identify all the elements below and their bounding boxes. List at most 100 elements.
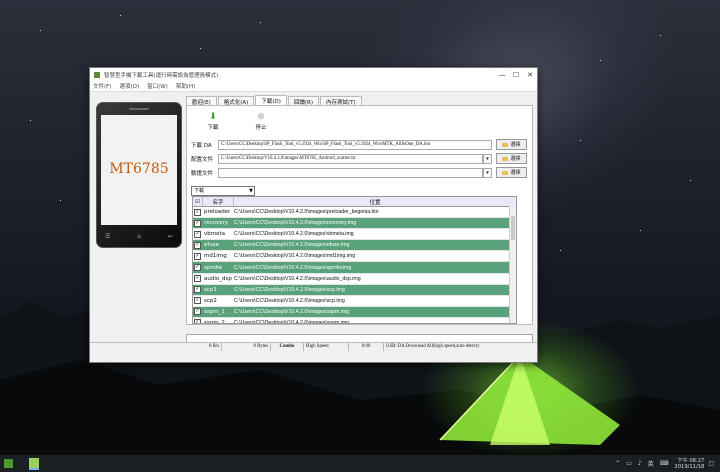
scatter-label: 配置文件 (191, 156, 214, 163)
partition-name: spmfw (204, 264, 223, 271)
keyboard-icon[interactable]: ⌨ (660, 460, 669, 467)
partition-name: audio_dsp (204, 275, 232, 282)
row-checkbox[interactable]: ✓ (194, 241, 201, 249)
row-checkbox[interactable]: ✓ (194, 297, 201, 305)
mode-select[interactable]: 下載 ▼ (191, 186, 255, 196)
stop-button[interactable]: ⊗ 停止 (251, 112, 271, 131)
table-row[interactable]: ✓ vbmeta C:\Users\CC\Desktop\V10.4.2.0\ima… (193, 229, 516, 241)
header-location: 位置 (369, 199, 381, 206)
table-row[interactable]: ✓ sspm_1 C:\Users\CC\Desktop\V10.4.2.0\ima… (193, 306, 516, 318)
taskbar-app-flash-tool[interactable] (29, 457, 39, 470)
clock[interactable]: 下午 08:27 2019/11/18 (674, 458, 704, 470)
row-checkbox-cell: ✓ (193, 319, 202, 323)
row-checkbox[interactable]: ✓ (194, 230, 201, 238)
partition-location[interactable]: C:\Users\CC\Desktop\V10.4.2.0\images\md1… (232, 253, 516, 259)
partition-location[interactable]: C:\Users\CC\Desktop\V10.4.2.0\images\scp… (232, 287, 516, 293)
scatter-dropdown-icon[interactable]: ▾ (483, 153, 492, 164)
menu-help[interactable]: 幫助(H) (176, 82, 195, 90)
table-row[interactable]: ✓ audio_dsp C:\Users\CC\Desktop\V10.4.2.0\… (193, 274, 516, 285)
auth-path-field[interactable] (218, 167, 483, 178)
status-bytes: 0 Bytes (222, 343, 271, 351)
partition-location[interactable]: C:\Users\CC\Desktop\V10.4.2.0\images\ssp… (232, 320, 516, 323)
clock-date: 2019/11/18 (674, 463, 705, 470)
phone-screen: MT6785 (101, 115, 177, 225)
header-check[interactable]: ☑ (193, 197, 203, 206)
download-button[interactable]: ⬇ 下載 (203, 112, 223, 131)
auth-choose-button[interactable]: 選擇 (496, 167, 527, 178)
partition-location[interactable]: C:\Users\CC\Desktop\V10.4.2.0\images\spm… (232, 265, 516, 271)
partition-name: sspm_2 (204, 319, 225, 324)
row-checkbox-cell: ✓ (193, 264, 202, 272)
status-time: 0:00 (349, 343, 384, 351)
table-row[interactable]: ✓ recovery C:\Users\CC\Desktop\V10.4.2.0\i… (193, 218, 516, 230)
scatter-path-field[interactable]: C:\Users\CC\Desktop\V10.4.2.0\images\MT6… (218, 153, 483, 164)
da-label: 下載 DA (191, 142, 212, 149)
table-row[interactable]: ✓ md1img C:\Users\CC\Desktop\V10.4.2.0\ima… (193, 251, 516, 263)
partition-location[interactable]: C:\Users\CC\Desktop\V10.4.2.0\images\scp… (232, 298, 516, 304)
partition-name: scp1 (204, 286, 217, 293)
partition-location[interactable]: C:\Users\CC\Desktop\V10.4.2.0\images\vbm… (232, 231, 516, 237)
scrollbar-thumb[interactable] (511, 216, 515, 240)
header-name: 名字 (203, 197, 234, 206)
close-button[interactable]: ✕ (523, 71, 537, 79)
row-checkbox[interactable]: ✓ (194, 319, 201, 323)
status-usb-speed: High Speed (304, 343, 349, 351)
status-speed: 0 B/s (90, 343, 222, 351)
da-path-field[interactable]: C:\Users\CC\Desktop\SP_Flash_Tool_v5.192… (218, 139, 492, 150)
table-scrollbar[interactable] (509, 206, 516, 323)
minimize-button[interactable]: — (495, 71, 509, 79)
notification-icon[interactable]: ▢ (708, 460, 714, 467)
table-row[interactable]: ✓ sspm_2 C:\Users\CC\Desktop\V10.4.2.0\ima… (193, 318, 516, 324)
row-checkbox[interactable]: ✓ (194, 208, 201, 216)
row-checkbox-cell: ✓ (193, 252, 202, 260)
partition-location[interactable]: C:\Users\CC\Desktop\V10.4.2.0\images\aud… (232, 276, 516, 282)
phone-keys: ☰ ⌂ ↩ (105, 233, 173, 240)
table-row[interactable]: ✓ efuse C:\Users\CC\Desktop\V10.4.2.0\imag… (193, 240, 516, 252)
table-row[interactable]: ✓ scp1 C:\Users\CC\Desktop\V10.4.2.0\image… (193, 284, 516, 296)
folder-icon (502, 156, 509, 161)
partition-location[interactable]: C:\Users\CC\Desktop\V10.4.2.0\images\efu… (232, 242, 516, 248)
menu-window[interactable]: 窗口(W) (147, 82, 168, 90)
row-checkbox[interactable]: ✓ (194, 264, 201, 272)
back-key-icon: ↩ (167, 233, 173, 240)
row-checkbox-cell: ✓ (193, 230, 202, 238)
partition-location[interactable]: C:\Users\CC\Desktop\V10.4.2.0\images\ssp… (232, 309, 516, 315)
table-row[interactable]: ✓ preloader C:\Users\CC\Desktop\V10.4.2.0\… (193, 207, 516, 219)
partition-name: sspm_1 (204, 308, 225, 315)
chevron-up-icon[interactable]: ⌃ (615, 460, 620, 467)
auth-row: 驗證文件 ▾ 選擇 (191, 167, 527, 178)
scatter-choose-button[interactable]: 選擇 (496, 153, 527, 164)
row-checkbox[interactable]: ✓ (194, 286, 201, 294)
partition-table: ☑ 名字 位置 ✓ preloader C:\Users\CC\Desktop\V1… (192, 196, 517, 324)
volume-icon[interactable]: ♪ (638, 460, 642, 467)
status-info: USB: DA Download All(high speed,auto det… (386, 344, 479, 349)
status-bar: 0 B/s 0 Bytes Combo High Speed 0:00 USB:… (90, 342, 537, 351)
status-port: Combo (271, 343, 304, 351)
table-row[interactable]: ✓ spmfw C:\Users\CC\Desktop\V10.4.2.0\imag… (193, 262, 516, 274)
auth-dropdown-icon[interactable]: ▾ (483, 167, 492, 178)
menu-options[interactable]: 選項(O) (119, 82, 139, 90)
start-button[interactable] (4, 459, 13, 468)
maximize-button[interactable]: ☐ (509, 71, 523, 79)
menu-file[interactable]: 文件(F) (93, 82, 111, 90)
menu-bar: 文件(F) 選項(O) 窗口(W) 幫助(H) (90, 81, 537, 92)
folder-icon (502, 142, 509, 147)
clock-time: 下午 08:27 (677, 457, 705, 464)
partition-location[interactable]: C:\Users\CC\Desktop\V10.4.2.0\images\rec… (232, 220, 516, 226)
row-checkbox-cell: ✓ (193, 275, 202, 283)
partition-name: vbmeta (204, 231, 226, 238)
network-icon[interactable]: ▭ (626, 460, 632, 467)
row-checkbox-cell: ✓ (193, 308, 202, 316)
partition-location[interactable]: C:\Users\CC\Desktop\V10.4.2.0\images\pre… (232, 209, 516, 215)
da-choose-button[interactable]: 選擇 (496, 139, 527, 150)
ime-indicator[interactable]: 英 (648, 459, 654, 468)
row-checkbox[interactable]: ✓ (194, 275, 201, 283)
row-checkbox[interactable]: ✓ (194, 219, 201, 227)
row-checkbox-cell: ✓ (193, 297, 202, 305)
row-checkbox[interactable]: ✓ (194, 308, 201, 316)
stop-icon: ⊗ (257, 112, 265, 122)
table-row[interactable]: ✓ scp2 C:\Users\CC\Desktop\V10.4.2.0\image… (193, 296, 516, 307)
phone-preview: MT6785 ☰ ⌂ ↩ (96, 102, 182, 248)
row-checkbox[interactable]: ✓ (194, 252, 201, 260)
auth-label: 驗證文件 (191, 170, 214, 177)
